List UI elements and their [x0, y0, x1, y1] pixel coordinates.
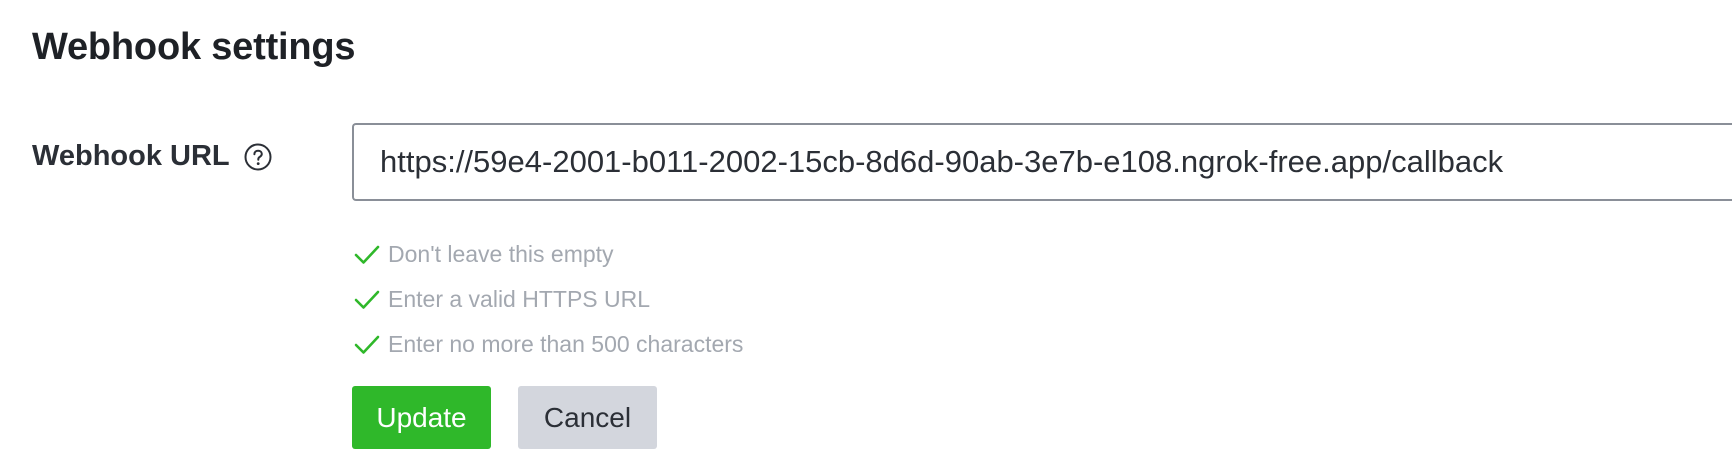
check-icon	[354, 334, 380, 356]
cancel-button[interactable]: Cancel	[518, 386, 657, 449]
validation-rule: Enter a valid HTTPS URL	[354, 277, 743, 322]
webhook-settings-panel: Webhook settings Webhook URL Don't leave…	[0, 0, 1732, 474]
check-icon	[354, 244, 380, 266]
webhook-url-field[interactable]	[352, 123, 1732, 201]
validation-rule: Enter no more than 500 characters	[354, 322, 743, 367]
page-title: Webhook settings	[32, 26, 356, 68]
validation-rule-text: Don't leave this empty	[388, 241, 614, 267]
validation-rule-text: Enter a valid HTTPS URL	[388, 286, 651, 312]
question-circle-icon[interactable]	[244, 143, 272, 171]
webhook-url-input[interactable]	[354, 125, 1732, 199]
webhook-url-label-row: Webhook URL	[32, 140, 272, 173]
validation-rule: Don't leave this empty	[354, 232, 743, 277]
validation-rule-text: Enter no more than 500 characters	[388, 331, 744, 357]
validation-rules: Don't leave this empty Enter a valid HTT…	[354, 232, 743, 367]
webhook-url-label: Webhook URL	[32, 140, 230, 172]
check-icon	[354, 289, 380, 311]
update-button[interactable]: Update	[352, 386, 491, 449]
